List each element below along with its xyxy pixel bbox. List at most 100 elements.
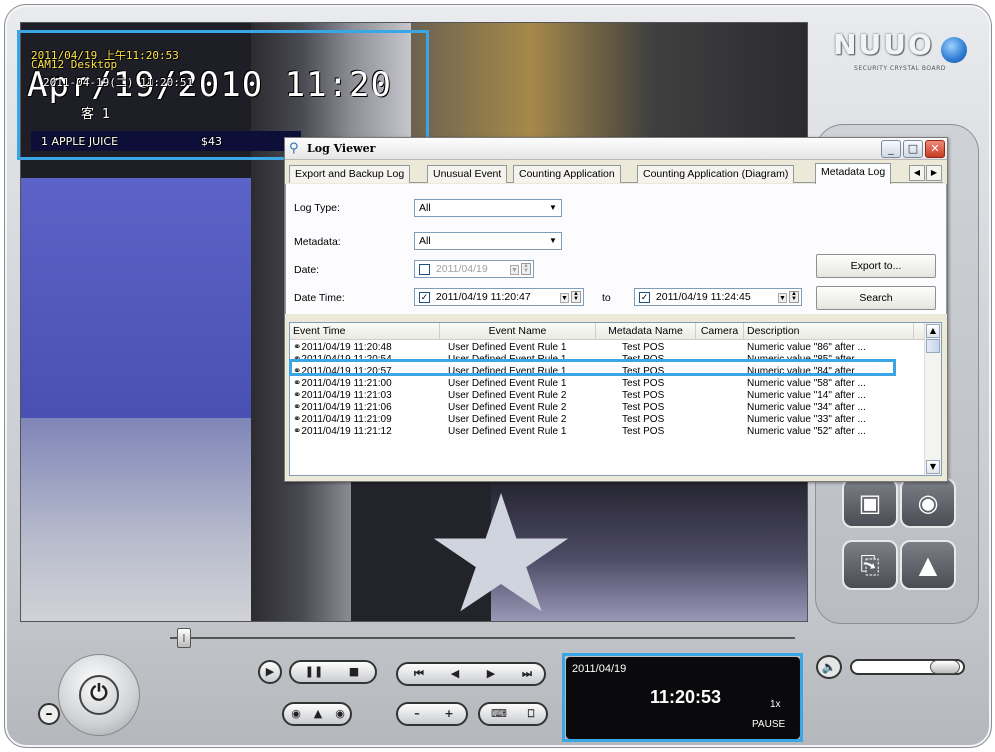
window-icon: ▣ (858, 489, 882, 517)
export-button[interactable]: Export to... (816, 254, 936, 278)
datetime-to-value: 2011/04/19 11:24:45 (655, 291, 751, 303)
volume-knob[interactable] (930, 660, 960, 674)
table-row[interactable]: ⚭2011/04/19 11:20:54 User Defined Event … (290, 354, 922, 366)
speed-up-button[interactable]: + (434, 704, 464, 724)
skip-start-icon: ⏮ (414, 667, 424, 680)
scroll-up-icon[interactable]: ▲ (926, 324, 940, 338)
datetime-to-picker[interactable]: ✓ 2011/04/19 11:24:45 ▼ ▲ ▼ (634, 288, 802, 306)
column-event-name[interactable]: Event Name (440, 323, 596, 340)
datetime-from-checkbox[interactable]: ✓ (419, 291, 430, 303)
record-button[interactable]: ◉ (286, 704, 306, 724)
skip-to-end-button[interactable]: ⏭ (510, 664, 544, 684)
stop-button[interactable]: ■ (335, 662, 373, 682)
up-arrow-icon: ▲ (313, 707, 323, 720)
table-row[interactable]: ⚭2011/04/19 11:21:09 User Defined Event … (290, 414, 922, 426)
frame-step-group: ⏮ ◀ ▶ ⏭ (396, 662, 546, 686)
table-row[interactable]: ⚭2011/04/19 11:21:03 User Defined Event … (290, 390, 922, 402)
tab-scroll-right-icon[interactable]: ▶ (926, 165, 942, 181)
next-frame-button[interactable]: ▶ (474, 664, 508, 684)
record-alt-button[interactable]: ◉ (330, 704, 350, 724)
tab-unusual-event[interactable]: Unusual Event (427, 165, 508, 183)
datetime-to-checkbox[interactable]: ✓ (639, 291, 650, 303)
row-metadata: Test POS (622, 390, 665, 401)
chevron-down-icon: ▼ (545, 200, 561, 216)
time-spinner[interactable]: ▲ ▼ (571, 291, 581, 303)
row-time: 2011/04/19 11:21:00 (301, 378, 392, 389)
minimize-button[interactable]: _ (881, 140, 901, 158)
stop-icon: ■ (348, 665, 360, 678)
keyboard-button[interactable]: ⌨ (484, 704, 514, 724)
row-event: User Defined Event Rule 2 (448, 390, 567, 401)
table-row[interactable]: ⚭2011/04/19 11:20:57 User Defined Event … (290, 366, 922, 378)
tab-scroll-left-icon[interactable]: ◀ (909, 165, 925, 181)
status-mode: PAUSE (752, 719, 786, 730)
tab-counting-application-diagram[interactable]: Counting Application (Diagram) (637, 165, 795, 183)
column-camera[interactable]: Camera (696, 323, 744, 340)
tab-metadata-log[interactable]: Metadata Log (815, 163, 892, 184)
row-time: 2011/04/19 11:21:12 (301, 426, 392, 437)
timeline-thumb[interactable]: | (177, 628, 191, 648)
table-row[interactable]: ⚭2011/04/19 11:21:12 User Defined Event … (290, 426, 922, 438)
datetime-from-value: 2011/04/19 11:20:47 (435, 291, 531, 303)
timeline-track[interactable] (170, 637, 795, 639)
export-layout-button[interactable]: ▣ (842, 478, 898, 528)
column-metadata-name[interactable]: Metadata Name (596, 323, 696, 340)
logo-wordmark: NUUO (833, 28, 934, 61)
osd-item-name: 1 APPLE JUICE (41, 135, 119, 148)
minus-icon: – (414, 707, 420, 720)
snapshot-group: ◉ ▲ ◉ (282, 702, 352, 726)
search-button[interactable]: Search (816, 286, 936, 310)
calendar-dropdown-icon[interactable]: ▼ (560, 293, 569, 303)
osd-camera-name: CAM12 Desktop (31, 58, 118, 71)
power-icon[interactable]: ⏻ (79, 675, 119, 715)
table-row[interactable]: ⚭2011/04/19 11:20:48 User Defined Event … (290, 342, 922, 354)
power-dial[interactable]: ⏻ (58, 654, 140, 736)
eject-button[interactable]: ▲ (900, 540, 956, 590)
date-spinner: ▲ ▼ (521, 263, 531, 275)
minimize-app-button[interactable]: – (38, 703, 60, 725)
row-event: User Defined Event Rule 1 (448, 426, 567, 437)
table-row[interactable]: ⚭2011/04/19 11:21:06 User Defined Event … (290, 402, 922, 414)
calendar-dropdown-icon[interactable]: ▼ (778, 293, 787, 303)
metadata-select[interactable]: All ▼ (414, 232, 562, 250)
close-button[interactable]: ✕ (925, 140, 945, 158)
eject-up-button[interactable]: ▲ (308, 704, 328, 724)
scroll-down-icon[interactable]: ▼ (926, 460, 940, 474)
pause-button[interactable]: ❚❚ (295, 662, 333, 682)
table-row[interactable]: ⚭2011/04/19 11:21:00 User Defined Event … (290, 378, 922, 390)
previous-frame-button[interactable]: ◀ (438, 664, 472, 684)
tab-export-backup-log[interactable]: Export and Backup Log (289, 165, 411, 183)
status-speed: 1x (770, 699, 781, 710)
speed-group: – + (396, 702, 468, 726)
audio-icon: ⎕ (527, 707, 535, 720)
row-event: User Defined Event Rule 2 (448, 414, 567, 425)
datetime-from-picker[interactable]: ✓ 2011/04/19 11:20:47 ▼ ▲ ▼ (414, 288, 584, 306)
tab-counting-application[interactable]: Counting Application (513, 165, 621, 183)
row-metadata: Test POS (622, 366, 665, 377)
play-button[interactable]: ▶ (258, 660, 282, 684)
volume-icon[interactable]: 🔈 (816, 655, 842, 679)
osd-customer: 客 1 (81, 107, 110, 122)
date-checkbox[interactable] (419, 263, 430, 275)
metadata-label: Metadata: (294, 236, 341, 248)
logo-tagline: SECURITY CRYSTAL BOARD (854, 64, 946, 72)
skip-to-start-button[interactable]: ⏮ (402, 664, 436, 684)
eject-icon: ▲ (918, 551, 938, 579)
row-metadata: Test POS (622, 354, 665, 365)
log-viewer-titlebar[interactable]: ⚲ Log Viewer _ □ ✕ (285, 138, 947, 160)
column-event-time[interactable]: Event Time (290, 323, 440, 340)
step-back-icon: ◀ (450, 667, 460, 680)
backup-button[interactable]: ◉ (900, 478, 956, 528)
log-type-select[interactable]: All ▼ (414, 199, 562, 217)
plus-icon: + (444, 707, 454, 720)
skip-end-icon: ⏭ (522, 667, 532, 680)
scroll-thumb[interactable] (926, 339, 940, 353)
print-button[interactable]: ⎘ (842, 540, 898, 590)
maximize-button[interactable]: □ (903, 140, 923, 158)
column-description[interactable]: Description (744, 323, 914, 340)
time-spinner[interactable]: ▲ ▼ (789, 291, 799, 303)
speed-down-button[interactable]: – (402, 704, 432, 724)
table-scrollbar[interactable]: ▲ ▼ (924, 323, 941, 475)
magnifier-icon: ⚲ (289, 141, 299, 156)
audio-button[interactable]: ⎕ (516, 704, 546, 724)
